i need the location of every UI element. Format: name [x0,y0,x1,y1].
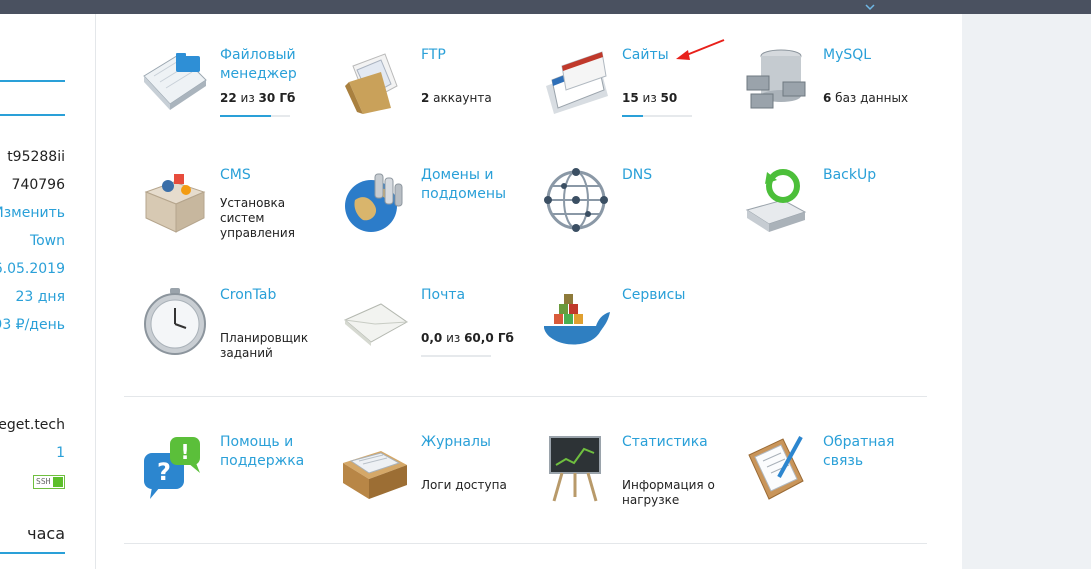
ftp-unit: аккаунта [429,91,492,105]
tile-title[interactable]: Статистика [622,433,708,452]
envelope-icon [344,303,408,346]
account-sidebar: t95288ii 740796 Изменить Town 6.05.2019 … [0,14,96,569]
sites-usage-fill [622,115,643,117]
sites-used: 15 [622,91,639,105]
tile-title[interactable]: Журналы [421,433,491,452]
server-name: beget.tech [0,417,65,433]
account-number: 740796 [11,177,65,193]
sites-sep: из [638,91,661,105]
sidebar-section-heading: часа [27,524,65,543]
tile-crontab[interactable]: CronTab Планировщик заданий [140,286,330,386]
tile-file-manager[interactable]: Файловый менеджер 22 из 30 Гб [140,46,330,146]
tile-title[interactable]: Сайты [622,46,669,65]
tile-title[interactable]: Помощь и поддержка [220,433,320,471]
daily-cost: 93 ₽/день [0,317,65,333]
disk-usage: 22 из 30 Гб [220,91,295,106]
sidebar-divider [0,552,65,554]
mail-total: 60,0 Гб [464,331,514,345]
backup-drive-icon [745,169,807,232]
disk-used: 22 [220,91,237,105]
logs-description: Логи доступа [421,478,507,492]
tile-title[interactable]: DNS [622,166,652,185]
ftp-folder-icon [345,53,398,114]
sites-icon [546,51,608,114]
tile-title[interactable]: BackUp [823,166,876,185]
days-remaining: 23 дня [15,289,65,305]
mail-usage: 0,0 из 60,0 Гб [421,331,514,346]
tile-title[interactable]: CronTab [220,286,276,305]
tile-mysql[interactable]: MySQL 6 баз данных [743,46,933,146]
ssh-toggle-knob [53,477,63,487]
ssh-label: SSH [36,477,51,486]
ssh-toggle[interactable]: SSH [33,475,65,489]
disk-total: 30 Гб [258,91,296,105]
sidebar-divider [0,80,65,82]
sites-usage-bar [622,115,692,117]
database-icon [746,49,806,109]
tile-title[interactable]: Файловый менеджер [220,46,310,84]
svg-text:!: ! [180,440,189,464]
ftp-accounts: 2 аккаунта [421,91,492,106]
tile-title[interactable]: MySQL [823,46,871,65]
section-divider [124,396,927,397]
tile-title[interactable]: CMS [220,166,251,185]
mail-sep: из [442,331,465,345]
annotation-arrow-icon [676,39,725,60]
mail-used: 0,0 [421,331,443,345]
disk-sep: из [236,91,259,105]
crontab-description: Планировщик заданий [220,331,309,360]
sidebar-divider [0,114,65,116]
dns-network-icon [544,168,608,232]
tile-dns[interactable]: DNS [542,166,732,266]
chart-board-icon [549,436,601,502]
help-chat-icon: ? ! [144,437,200,499]
mail-usage-bar [421,355,491,357]
tile-stats[interactable]: Статистика Информация о нагрузке [542,433,732,533]
stats-description: Информация о нагрузке [622,478,715,507]
tile-cms[interactable]: CMS Установка систем управления [140,166,330,266]
logs-box-icon [343,451,407,499]
tile-title[interactable]: FTP [421,46,446,65]
tile-logs[interactable]: Журналы Логи доступа [341,433,531,533]
change-link[interactable]: Изменить [0,204,65,222]
sites-usage: 15 из 50 [622,91,677,106]
tile-ftp[interactable]: FTP 2 аккаунта [341,46,531,146]
tariff-link[interactable]: Town [30,232,65,250]
clipboard-pen-icon [748,436,804,500]
account-login: t95288ii [7,149,65,165]
mysql-unit: баз данных [831,91,909,105]
tile-services[interactable]: Сервисы [542,286,732,386]
globe-keys-icon [345,173,403,232]
tile-mail[interactable]: Почта 0,0 из 60,0 Гб [341,286,531,386]
tile-feedback[interactable]: Обратная связь [743,433,933,533]
tile-title[interactable]: Домены и поддомены [421,166,521,204]
chevron-down-icon[interactable] [862,1,878,13]
tile-title[interactable]: Почта [421,286,465,305]
paid-until-date: 6.05.2019 [0,261,65,277]
disk-usage-fill [220,115,272,117]
section-divider [124,543,927,544]
tile-title[interactable]: Сервисы [622,286,685,305]
file-manager-icon [143,53,207,110]
tile-title[interactable]: Обратная связь [823,433,913,471]
tile-backup[interactable]: BackUp [743,166,933,266]
right-panel [962,14,1091,569]
cms-box-icon [144,174,206,233]
mysql-databases: 6 баз данных [823,91,908,106]
sites-total: 50 [660,91,678,105]
top-bar [0,0,1091,14]
services-whale-icon [544,294,610,345]
server-count[interactable]: 1 [56,444,65,462]
disk-usage-bar [220,115,290,117]
cms-description: Установка систем управления [220,196,295,240]
svg-text:?: ? [157,458,171,486]
tile-help[interactable]: ? ! Помощь и поддержка [140,433,330,533]
tile-domains[interactable]: Домены и поддомены [341,166,531,266]
clock-icon [144,288,206,355]
